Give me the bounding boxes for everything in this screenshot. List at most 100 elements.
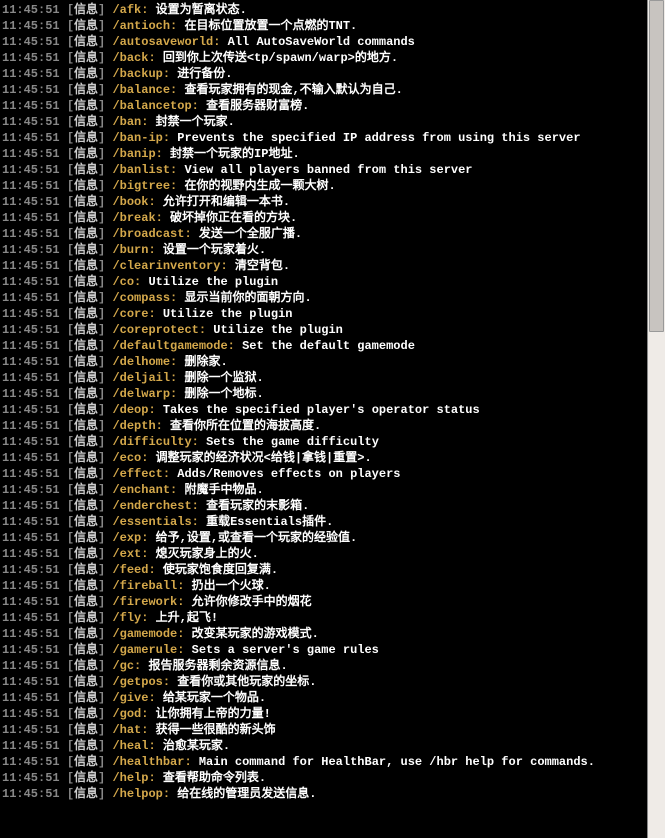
- console-line: 11:45:51 [信息] /backup: 进行备份.: [2, 66, 643, 82]
- timestamp: 11:45:51: [2, 259, 67, 273]
- bracket-close: ]: [98, 419, 112, 433]
- bracket-close: ]: [98, 307, 112, 321]
- bracket-close: ]: [98, 131, 112, 145]
- info-tag: 信息: [74, 627, 98, 641]
- command-description: 在目标位置放置一个点燃的TNT.: [184, 19, 357, 33]
- info-tag: 信息: [74, 387, 98, 401]
- bracket-open: [: [67, 323, 74, 337]
- console-line: 11:45:51 [信息] /co: Utilize the plugin: [2, 274, 643, 290]
- info-tag: 信息: [74, 131, 98, 145]
- console-line: 11:45:51 [信息] /coreprotect: Utilize the …: [2, 322, 643, 338]
- command-name: /helpop:: [112, 787, 177, 801]
- timestamp: 11:45:51: [2, 451, 67, 465]
- info-tag: 信息: [74, 467, 98, 481]
- timestamp: 11:45:51: [2, 339, 67, 353]
- timestamp: 11:45:51: [2, 707, 67, 721]
- command-description: 删除家.: [184, 355, 227, 369]
- command-name: /exp:: [112, 531, 155, 545]
- command-description: Sets a server's game rules: [192, 643, 379, 657]
- command-name: /healthbar:: [112, 755, 198, 769]
- bracket-open: [: [67, 35, 74, 49]
- info-tag: 信息: [74, 99, 98, 113]
- command-name: /broadcast:: [112, 227, 198, 241]
- bracket-open: [: [67, 115, 74, 129]
- console-line: 11:45:51 [信息] /healthbar: Main command f…: [2, 754, 643, 770]
- info-tag: 信息: [74, 147, 98, 161]
- timestamp: 11:45:51: [2, 147, 67, 161]
- bracket-close: ]: [98, 115, 112, 129]
- command-description: 使玩家饱食度回复满.: [163, 563, 278, 577]
- console-line: 11:45:51 [信息] /effect: Adds/Removes effe…: [2, 466, 643, 482]
- command-name: /backup:: [112, 67, 177, 81]
- info-tag: 信息: [74, 707, 98, 721]
- command-name: /afk:: [112, 3, 155, 17]
- bracket-open: [: [67, 355, 74, 369]
- bracket-open: [: [67, 131, 74, 145]
- timestamp: 11:45:51: [2, 67, 67, 81]
- scroll-track[interactable]: [648, 0, 665, 838]
- timestamp: 11:45:51: [2, 195, 67, 209]
- timestamp: 11:45:51: [2, 403, 67, 417]
- timestamp: 11:45:51: [2, 51, 67, 65]
- info-tag: 信息: [74, 179, 98, 193]
- console-line: 11:45:51 [信息] /banlist: View all players…: [2, 162, 643, 178]
- timestamp: 11:45:51: [2, 355, 67, 369]
- bracket-open: [: [67, 739, 74, 753]
- command-description: 封禁一个玩家的IP地址.: [170, 147, 300, 161]
- command-description: Adds/Removes effects on players: [177, 467, 400, 481]
- command-name: /back:: [112, 51, 162, 65]
- bracket-open: [: [67, 243, 74, 257]
- command-description: 熄灭玩家身上的火.: [156, 547, 259, 561]
- info-tag: 信息: [74, 291, 98, 305]
- console-line: 11:45:51 [信息] /fireball: 扔出一个火球.: [2, 578, 643, 594]
- bracket-close: ]: [98, 403, 112, 417]
- timestamp: 11:45:51: [2, 739, 67, 753]
- timestamp: 11:45:51: [2, 243, 67, 257]
- console-line: 11:45:51 [信息] /god: 让你拥有上帝的力量!: [2, 706, 643, 722]
- info-tag: 信息: [74, 483, 98, 497]
- bracket-open: [: [67, 627, 74, 641]
- console-line: 11:45:51 [信息] /autosaveworld: All AutoSa…: [2, 34, 643, 50]
- bracket-close: ]: [98, 163, 112, 177]
- vertical-scrollbar[interactable]: [647, 0, 665, 838]
- command-description: Set the default gamemode: [242, 339, 415, 353]
- bracket-close: ]: [98, 179, 112, 193]
- bracket-close: ]: [98, 547, 112, 561]
- bracket-close: ]: [98, 707, 112, 721]
- bracket-close: ]: [98, 243, 112, 257]
- info-tag: 信息: [74, 339, 98, 353]
- command-description: Main command for HealthBar, use /hbr hel…: [199, 755, 595, 769]
- info-tag: 信息: [74, 595, 98, 609]
- timestamp: 11:45:51: [2, 579, 67, 593]
- bracket-close: ]: [98, 211, 112, 225]
- command-description: 扔出一个火球.: [192, 579, 271, 593]
- bracket-open: [: [67, 659, 74, 673]
- command-description: 给某玩家一个物品.: [163, 691, 266, 705]
- command-name: /co:: [112, 275, 148, 289]
- bracket-close: ]: [98, 627, 112, 641]
- bracket-open: [: [67, 83, 74, 97]
- bracket-close: ]: [98, 755, 112, 769]
- bracket-open: [: [67, 3, 74, 17]
- timestamp: 11:45:51: [2, 515, 67, 529]
- bracket-open: [: [67, 179, 74, 193]
- scroll-thumb[interactable]: [649, 0, 664, 332]
- bracket-open: [: [67, 467, 74, 481]
- bracket-close: ]: [98, 259, 112, 273]
- console-line: 11:45:51 [信息] /deljail: 删除一个监狱.: [2, 370, 643, 386]
- bracket-open: [: [67, 419, 74, 433]
- console-line: 11:45:51 [信息] /give: 给某玩家一个物品.: [2, 690, 643, 706]
- bracket-close: ]: [98, 467, 112, 481]
- info-tag: 信息: [74, 163, 98, 177]
- console-line: 11:45:51 [信息] /balancetop: 查看服务器财富榜.: [2, 98, 643, 114]
- bracket-close: ]: [98, 99, 112, 113]
- bracket-open: [: [67, 19, 74, 33]
- info-tag: 信息: [74, 739, 98, 753]
- bracket-close: ]: [98, 771, 112, 785]
- command-name: /ext:: [112, 547, 155, 561]
- command-name: /difficulty:: [112, 435, 206, 449]
- timestamp: 11:45:51: [2, 99, 67, 113]
- info-tag: 信息: [74, 547, 98, 561]
- timestamp: 11:45:51: [2, 675, 67, 689]
- command-name: /ban:: [112, 115, 155, 129]
